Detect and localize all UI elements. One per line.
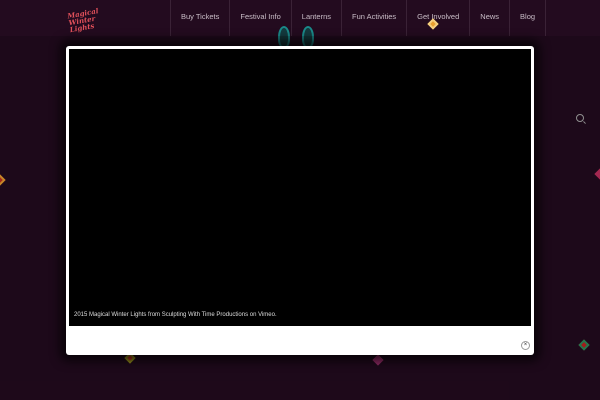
video-caption[interactable]: 2015 Magical Winter Lights from Sculptin… [74, 312, 277, 318]
video-player[interactable]: 2015 Magical Winter Lights from Sculptin… [69, 49, 531, 326]
nav-buy-tickets[interactable]: Buy Tickets [170, 0, 229, 36]
video-modal: 2015 Magical Winter Lights from Sculptin… [66, 46, 534, 355]
nav-news[interactable]: News [469, 0, 509, 36]
nav-lanterns[interactable]: Lanterns [290, 0, 341, 36]
top-nav: Magical Winter Lights Buy Tickets Festiv… [0, 0, 600, 36]
main-menu: Buy Tickets Festival Info Lanterns Fun A… [170, 0, 547, 36]
site-logo[interactable]: Magical Winter Lights [67, 6, 99, 34]
nav-get-involved[interactable]: Get Involved [406, 0, 469, 36]
close-button[interactable]: × [521, 341, 530, 350]
nav-fun-activities[interactable]: Fun Activities [340, 0, 406, 36]
nav-blog[interactable]: Blog [509, 0, 547, 36]
